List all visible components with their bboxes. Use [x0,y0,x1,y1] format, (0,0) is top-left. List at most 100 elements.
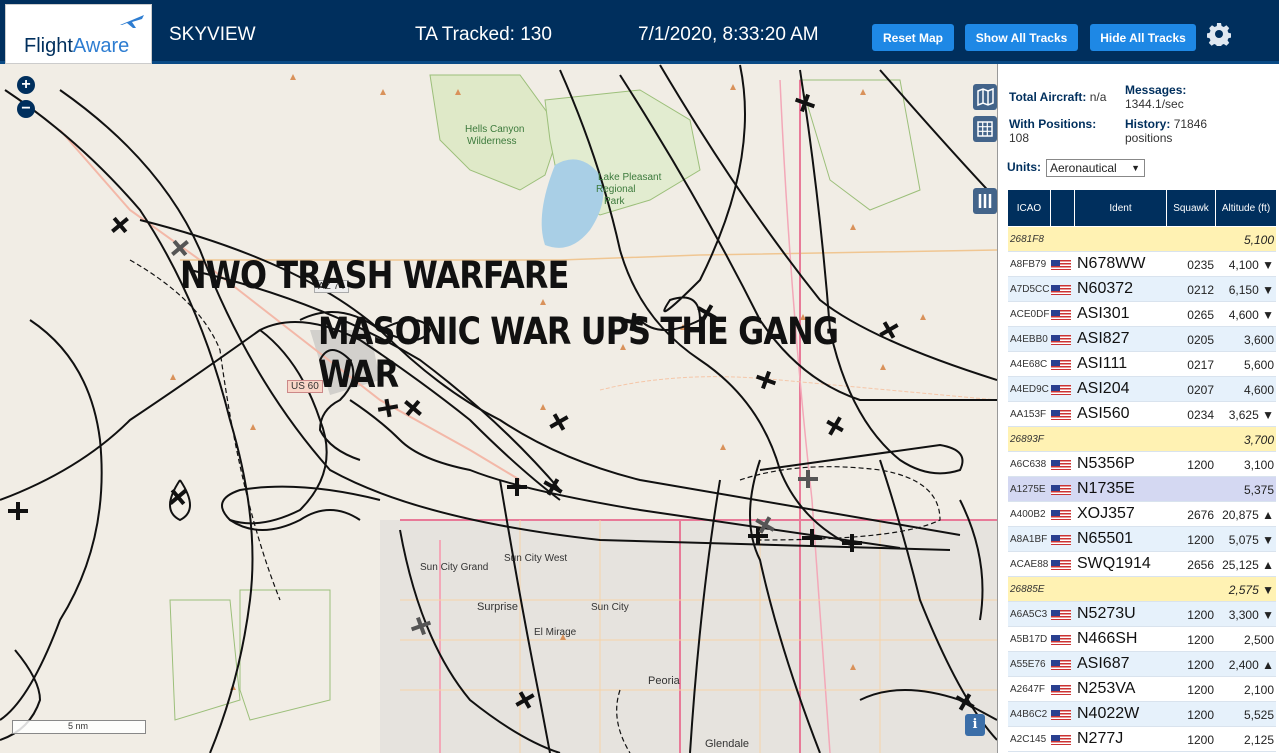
units-select[interactable]: Aeronautical ▼ [1046,159,1145,177]
row-altitude: 5,375 [1243,483,1274,497]
sidebar-toggle-button[interactable] [973,188,997,214]
us-flag-icon [1051,685,1071,695]
row-squawk: 1200 [1187,658,1214,672]
table-row[interactable]: ACAE88 SWQ1914 2656 25,125 ▲ [1008,552,1276,577]
row-altitude: 4,100 ▼ [1228,258,1274,272]
row-squawk: 2656 [1187,558,1214,572]
table-row[interactable]: A4B6C2 N4022W 1200 5,525 [1008,702,1276,727]
zoom-out-button[interactable]: − [17,100,35,118]
table-row[interactable]: A400B2 XOJ357 2676 20,875 ▲ [1008,502,1276,527]
positions-label: With Positions: [1009,117,1097,131]
row-icao: A4B6C2 [1010,709,1048,720]
total-value: n/a [1089,90,1107,104]
table-row[interactable]: A2647F N253VA 1200 2,100 [1008,677,1276,702]
grid-toggle-button[interactable] [973,116,997,142]
map-icon [977,87,994,107]
map-layers-button[interactable] [973,84,997,110]
table-row[interactable]: 26893F 3,700 [1008,427,1276,452]
table-row[interactable]: A2C145 N277J 1200 2,125 [1008,727,1276,752]
row-ident: N60372 [1077,280,1134,297]
table-row[interactable]: A55E76 ASI687 1200 2,400 ▲ [1008,652,1276,677]
overlay-text-line2: MASONIC WAR UPS THE GANG WAR [318,310,839,396]
col-icao[interactable]: ICAO [1008,190,1051,226]
row-squawk: 1200 [1187,458,1214,472]
row-altitude: 5,525 [1243,708,1274,722]
label-el-mirage: El Mirage [534,627,577,638]
row-ident: N65501 [1077,530,1134,547]
reset-map-button[interactable]: Reset Map [872,24,954,51]
table-row[interactable]: A8A1BF N65501 1200 5,075 ▼ [1008,527,1276,552]
row-ident: N4022W [1077,705,1140,722]
col-squawk[interactable]: Squawk [1167,190,1216,226]
table-row[interactable]: A4E68C ASI111 0217 5,600 [1008,352,1276,377]
total-label: Total Aircraft: [1009,90,1087,104]
row-ident: N5356P [1077,455,1135,472]
row-icao: A7D5CC [1010,284,1050,295]
info-icon[interactable]: i [965,714,985,736]
row-ident: N277J [1077,730,1124,747]
airplane-logo-icon [120,15,144,28]
table-row[interactable]: A8FB79 N678WW 0235 4,100 ▼ [1008,252,1276,277]
label-wilderness: Wilderness [467,136,517,147]
us-flag-icon [1051,460,1071,470]
row-altitude: 3,100 [1243,458,1274,472]
messages-value: 1344.1/sec [1125,97,1184,111]
table-row[interactable]: A6C638 N5356P 1200 3,100 [1008,452,1276,477]
col-flag[interactable] [1051,190,1075,226]
row-squawk: 1200 [1187,608,1214,622]
map-canvas[interactable]: Hells Canyon Wilderness Lake Pleasant Re… [0,64,997,753]
row-squawk: 1200 [1187,633,1214,647]
zoom-in-button[interactable]: + [17,76,35,94]
flightaware-logo[interactable]: FlightAware [5,4,152,64]
row-altitude: 3,300 ▼ [1228,608,1274,622]
us-flag-icon [1051,535,1071,545]
col-altitude[interactable]: Altitude (ft) [1216,190,1276,226]
label-park: Park [604,196,625,207]
gear-icon[interactable] [1207,22,1231,46]
row-altitude: 2,575 ▼ [1228,583,1274,597]
table-row[interactable]: A5B17D N466SH 1200 2,500 [1008,627,1276,652]
row-icao: 26885E [1010,584,1045,595]
label-regional: Regional [596,184,636,195]
table-row[interactable]: A4ED9C ASI204 0207 4,600 [1008,377,1276,402]
row-squawk: 0207 [1187,383,1214,397]
row-icao: A6A5C3 [1010,609,1048,620]
table-row[interactable]: A7D5CC N60372 0212 6,150 ▼ [1008,277,1276,302]
row-ident: ASI111 [1077,355,1128,372]
table-row[interactable]: A1275E N1735E 5,375 [1008,477,1276,502]
show-all-tracks-button[interactable]: Show All Tracks [965,24,1078,51]
us-flag-icon [1051,735,1071,745]
row-altitude: 6,150 ▼ [1228,283,1274,297]
label-sun-city: Sun City [591,602,629,613]
row-icao: A6C638 [1010,459,1047,470]
row-squawk: 1200 [1187,533,1214,547]
total-aircraft: Total Aircraft: n/a [1009,90,1106,104]
map-svg [0,64,997,753]
row-ident: N466SH [1077,630,1138,647]
hide-all-tracks-button[interactable]: Hide All Tracks [1090,24,1196,51]
map-scale: 5 nm [12,720,146,734]
table-row[interactable]: A4EBB0 ASI827 0205 3,600 [1008,327,1276,352]
table-row[interactable]: 2681F8 5,100 [1008,227,1276,252]
row-squawk: 1200 [1187,708,1214,722]
col-ident[interactable]: Ident [1075,190,1167,226]
us-flag-icon [1051,285,1071,295]
label-sun-city-grand: Sun City Grand [420,562,489,573]
row-altitude: 3,600 [1243,333,1274,347]
row-altitude: 5,100 [1243,233,1274,247]
units-label: Units: [1007,160,1041,174]
row-icao: A4EBB0 [1010,334,1048,345]
us-flag-icon [1051,660,1071,670]
table-row[interactable]: AA153F ASI560 0234 3,625 ▼ [1008,402,1276,427]
row-ident: N5273U [1077,605,1136,622]
row-squawk: 1200 [1187,683,1214,697]
history-unit: positions [1125,131,1173,145]
row-squawk: 0205 [1187,333,1214,347]
app-name: SKYVIEW [169,24,256,45]
us-flag-icon [1051,335,1071,345]
row-icao: A55E76 [1010,659,1046,670]
row-altitude: 5,075 ▼ [1228,533,1274,547]
table-row[interactable]: A6A5C3 N5273U 1200 3,300 ▼ [1008,602,1276,627]
table-row[interactable]: ACE0DF ASI301 0265 4,600 ▼ [1008,302,1276,327]
table-row[interactable]: 26885E 2,575 ▼ [1008,577,1276,602]
